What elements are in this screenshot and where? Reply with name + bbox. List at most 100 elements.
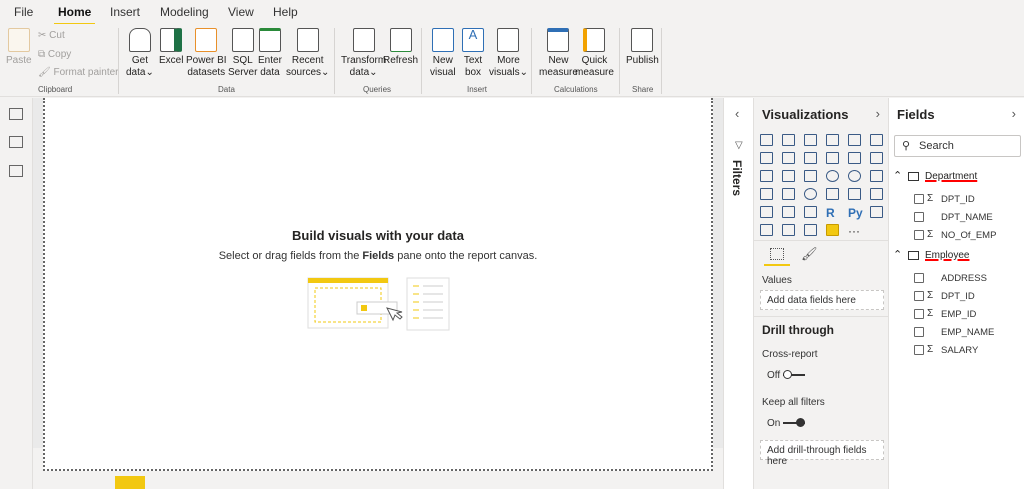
filters-pane-collapsed[interactable]: ‹ ▽ Filters [723, 98, 753, 489]
line-column-visual-icon[interactable] [826, 152, 839, 164]
field-item[interactable]: Σ DPT_ID [914, 290, 1019, 303]
divider [334, 28, 335, 94]
clock-icon [296, 28, 319, 52]
cut-button[interactable]: ✂ Cut [38, 30, 65, 41]
new-measure-button[interactable]: New measure [539, 28, 578, 79]
clustered-bar-visual-icon[interactable] [804, 134, 817, 146]
copy-button[interactable]: ⧉ Copy [38, 49, 71, 60]
funnel-visual-icon[interactable] [782, 170, 795, 182]
decomposition-tree-visual-icon[interactable] [760, 224, 773, 236]
gauge-visual-icon[interactable] [804, 188, 817, 200]
python-visual-visual-icon[interactable]: Py [848, 206, 866, 223]
donut-visual-icon[interactable] [848, 170, 861, 182]
model-view-icon[interactable] [9, 165, 23, 177]
field-checkbox[interactable] [914, 273, 924, 283]
field-checkbox[interactable] [914, 327, 924, 337]
publish-button[interactable]: Publish [626, 28, 659, 67]
matrix-visual-icon[interactable] [804, 206, 817, 218]
slicer-visual-icon[interactable] [760, 206, 773, 218]
stacked-bar-visual-icon[interactable] [760, 134, 773, 146]
line-visual-icon[interactable] [760, 152, 773, 164]
refresh-button[interactable]: Refresh [383, 28, 418, 67]
table-visual-icon[interactable] [782, 206, 795, 218]
get-data-button[interactable]: Get data⌄ [126, 28, 154, 79]
quick-measure-button[interactable]: Quick measure [575, 28, 614, 79]
tab-insert[interactable]: Insert [110, 5, 140, 19]
field-checkbox[interactable] [914, 345, 924, 355]
textbox-icon: A [462, 28, 484, 52]
scatter-visual-icon[interactable] [804, 170, 817, 182]
drill-through-well[interactable]: Add drill-through fields here [760, 440, 884, 467]
more-visuals-button[interactable]: More visuals⌄ [489, 28, 528, 79]
cross-report-toggle[interactable]: Off [767, 370, 806, 381]
sql-server-button[interactable]: SQL Server [228, 28, 257, 79]
field-name: DPT_NAME [941, 212, 993, 223]
pie-visual-icon[interactable] [826, 170, 839, 182]
field-checkbox[interactable] [914, 230, 924, 240]
field-checkbox[interactable] [914, 309, 924, 319]
field-item[interactable]: Σ EMP_ID [914, 308, 1019, 321]
table-employee[interactable]: ⌃ Employee [893, 248, 1023, 264]
field-item[interactable]: EMP_NAME [914, 327, 1019, 339]
tab-file[interactable]: File [14, 5, 33, 19]
database-icon [128, 28, 151, 52]
filled-map-visual-icon[interactable] [782, 188, 795, 200]
fields-tab-icon[interactable] [770, 248, 784, 260]
treemap-visual-icon[interactable] [870, 170, 883, 182]
transform-data-button[interactable]: Transform data⌄ [341, 28, 386, 79]
chevron-right-icon[interactable]: › [1012, 106, 1016, 121]
table-department[interactable]: ⌃ Department [893, 169, 1023, 185]
data-view-icon[interactable] [9, 136, 23, 148]
format-painter-button[interactable]: 🖌 Format painter [38, 67, 119, 78]
tab-view[interactable]: View [228, 5, 254, 19]
chevron-up-icon[interactable]: ⌃ [893, 169, 902, 182]
chevron-up-icon[interactable]: ⌃ [893, 248, 902, 261]
tab-home[interactable]: Home [53, 5, 96, 25]
100-stacked-bar-visual-icon[interactable] [848, 134, 861, 146]
stacked-column-visual-icon[interactable] [782, 134, 795, 146]
field-item[interactable]: ADDRESS [914, 273, 1019, 285]
field-checkbox[interactable] [914, 291, 924, 301]
add-page-button[interactable] [115, 476, 145, 489]
smart-narrative-visual-icon[interactable] [804, 224, 817, 236]
tab-modeling[interactable]: Modeling [160, 5, 209, 19]
text-box-button[interactable]: A Text box [462, 28, 484, 79]
power-apps-visual-icon[interactable] [826, 224, 839, 236]
field-item[interactable]: Σ NO_Of_EMP [914, 229, 1019, 242]
ribbon-visual-icon[interactable] [870, 152, 883, 164]
card-visual-icon[interactable] [826, 188, 839, 200]
r-visual-visual-icon[interactable]: R [826, 206, 844, 223]
keep-filters-toggle[interactable]: On [767, 418, 806, 429]
100-stacked-column-visual-icon[interactable] [870, 134, 883, 146]
tab-help[interactable]: Help [273, 5, 298, 19]
new-visual-button[interactable]: New visual [430, 28, 456, 79]
field-checkbox[interactable] [914, 194, 924, 204]
map-visual-icon[interactable] [760, 188, 773, 200]
line-clustered-column-visual-icon[interactable] [848, 152, 861, 164]
kpi-visual-icon[interactable] [870, 188, 883, 200]
waterfall-visual-icon[interactable] [760, 170, 773, 182]
excel-button[interactable]: Excel [159, 28, 183, 67]
more-visual-icon[interactable]: ··· [848, 224, 866, 241]
qa-visual-icon[interactable] [782, 224, 795, 236]
fields-search-input[interactable]: ⚲ Search [894, 135, 1021, 157]
report-view-icon[interactable] [9, 108, 23, 120]
powerbi-datasets-button[interactable]: Power BI datasets [186, 28, 227, 79]
multi-row-card-visual-icon[interactable] [848, 188, 861, 200]
recent-sources-button[interactable]: Recent sources⌄ [286, 28, 329, 79]
field-item[interactable]: Σ SALARY [914, 344, 1019, 357]
field-checkbox[interactable] [914, 212, 924, 222]
chevron-left-icon[interactable]: ‹ [735, 106, 739, 121]
key-influencers-visual-icon[interactable] [870, 206, 883, 218]
area-visual-icon[interactable] [782, 152, 795, 164]
field-item[interactable]: Σ DPT_ID [914, 193, 1019, 206]
report-canvas[interactable]: Build visuals with your data Select or d… [43, 98, 713, 471]
stacked-area-visual-icon[interactable] [804, 152, 817, 164]
format-paint-roller-icon[interactable]: 🖌 [801, 246, 818, 262]
chevron-right-icon[interactable]: › [876, 106, 880, 121]
clustered-column-visual-icon[interactable] [826, 134, 839, 146]
values-well[interactable]: Add data fields here [760, 290, 884, 310]
paste-button[interactable]: Paste [6, 28, 32, 67]
enter-data-button[interactable]: Enter data [258, 28, 282, 79]
field-item[interactable]: DPT_NAME [914, 212, 1019, 224]
